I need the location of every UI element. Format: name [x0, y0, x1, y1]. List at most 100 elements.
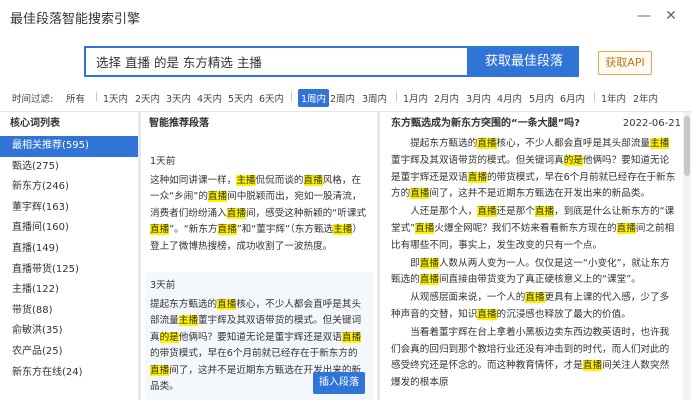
highlight-term: 直播	[217, 298, 237, 310]
highlight-term: 直播	[616, 222, 636, 234]
filter-option[interactable]: 1天内	[103, 91, 128, 105]
text-segment: 提起东方甄选的	[410, 138, 478, 149]
get-api-button[interactable]: 获取API	[598, 51, 652, 75]
article-paragraph: 即直播人数从两人变为一人。仅仅是这一“小变化”，就让东方甄选的直播间直接由带货变…	[391, 256, 677, 290]
recommend-panel: 智能推荐段落 1天前 这种如同讲课一样，主播侃侃而谈的直播风格，在一众“乡闹”的…	[141, 112, 377, 400]
search-box	[84, 46, 469, 77]
text-segment: 董宇辉及其双语带货的模式。但关键词真	[391, 154, 564, 166]
highlight-term: 直播	[207, 191, 228, 202]
filter-option[interactable]: 1月内	[403, 91, 428, 105]
filter-option[interactable]: 1周内	[298, 89, 330, 107]
highlight-term: 直播	[582, 360, 603, 372]
highlight-term: 直播	[419, 257, 439, 269]
search-input[interactable]	[86, 48, 467, 75]
highlight-term: 直播	[150, 224, 170, 235]
recommend-card[interactable]: 3天前 提起东方甄选的直播核心，不少人都会直呼是其头部流量主播董宇辉及其双语带货…	[145, 272, 373, 400]
article-paragraph: 当看着董宇辉在台上拿着小黑板边卖东西边教英语时，也许我们会真的回归到那个教培行业…	[391, 325, 677, 392]
text-segment: 从观感层面来说，一个人的	[410, 292, 526, 304]
keyword-item[interactable]: 新东方在线(24)	[0, 363, 138, 384]
filter-separator: |	[95, 91, 99, 102]
scrollbar-thumb[interactable]	[684, 116, 690, 176]
highlight-term: 主播	[333, 224, 353, 235]
search-button[interactable]: 获取最佳段落	[469, 46, 579, 77]
filter-option[interactable]: 2周内	[330, 91, 355, 105]
filter-option[interactable]: 4月内	[497, 91, 522, 105]
article-paragraph: 人还是那个人，直播还是那个直播，到底是什么让新东方的“课堂式”直播火爆全网呢？我…	[391, 204, 677, 254]
filter-option[interactable]: 2月内	[434, 91, 459, 105]
text-segment: 间，感受这种新颖的“听课式	[245, 207, 367, 219]
filter-option[interactable]: 6月内	[560, 91, 585, 105]
filter-separator: |	[290, 91, 294, 102]
text-segment: 间直接由带货变为了真正硬核意义上的“课堂”。	[438, 274, 641, 286]
app-title: 最佳段落智能搜索引擎	[10, 12, 141, 27]
highlight-term: 主播	[236, 174, 256, 186]
highlight-term: 主播	[178, 315, 198, 326]
text-segment: 间了，这并不是近期东方甄选在开发出来的新品类。	[429, 188, 651, 200]
article-title: 东方甄选成为新东方突围的“一条大腿”吗?	[391, 118, 580, 129]
minimize-icon[interactable]: —	[635, 7, 653, 25]
highlight-term: 直播	[477, 138, 497, 149]
filter-option[interactable]: 5天内	[228, 91, 253, 105]
text-segment: 这种如同讲课一样，	[150, 174, 237, 186]
text-segment: 他俩吗？要知道无论是董宇辉还是双语	[178, 331, 342, 343]
article-panel: 东方甄选成为新东方突围的“一条大腿”吗? 2022-06-21 提起东方甄选的直…	[383, 112, 683, 400]
keyword-item[interactable]: 最相关推荐(595)	[0, 136, 138, 157]
highlight-term: 直播	[150, 364, 170, 376]
highlight-term: 直播	[477, 206, 497, 218]
keyword-item[interactable]: 带货(88)	[0, 301, 138, 322]
filter-option[interactable]: 3天内	[166, 91, 191, 105]
keyword-item[interactable]: 直播(149)	[0, 239, 138, 260]
article-body: 提起东方甄选的直播核心，不少人都会直呼是其头部流量主播董宇辉及其双语带货的模式。…	[383, 136, 683, 392]
highlight-term: 直播	[217, 224, 237, 235]
text-segment: 即	[410, 257, 420, 269]
column-separator	[377, 112, 380, 400]
text-segment: 还是那个	[496, 206, 535, 218]
filter-option[interactable]: 2年内	[633, 91, 658, 105]
text-segment: 人还是那个人，	[410, 206, 478, 218]
keyword-item[interactable]: 主播(122)	[0, 280, 138, 301]
keyword-list: 核心词列表 最相关推荐(595) 甄选(275) 新东方(246) 董宇辉(163) 直…	[0, 112, 138, 400]
filter-separator: |	[593, 91, 597, 102]
text-segment: 的沉浸感也释放了最大的价值。	[496, 308, 631, 320]
highlight-term: 的是	[563, 154, 583, 166]
article-header: 东方甄选成为新东方突围的“一条大腿”吗? 2022-06-21	[383, 112, 683, 136]
text-segment: 火爆全网呢？我们不妨来看看新东方现在的	[434, 222, 617, 234]
filter-option[interactable]: 3月内	[466, 91, 491, 105]
highlight-term: 直播	[303, 174, 323, 186]
filter-option[interactable]: 所有	[66, 91, 85, 105]
highlight-term: 直播	[341, 331, 362, 343]
highlight-term: 直播	[534, 206, 555, 218]
card-time: 3天前	[150, 280, 176, 291]
text-segment: ”和“董宇辉”（东方甄选	[236, 224, 334, 235]
insert-paragraph-button[interactable]: 插入段落	[313, 371, 365, 394]
keyword-item[interactable]: 农产品(25)	[0, 342, 138, 363]
recommend-card[interactable]: 1天前 这种如同讲课一样，主播侃侃而谈的直播风格，在一众“乡闹”的直播间中脱颖而…	[145, 148, 373, 282]
keyword-item[interactable]: 甄选(275)	[0, 157, 138, 178]
filter-separator: |	[395, 91, 399, 102]
highlight-term: 直播	[410, 188, 430, 200]
keyword-item[interactable]: 董宇辉(163)	[0, 198, 138, 219]
highlight-term: 直播	[477, 308, 497, 320]
filter-option[interactable]: 6天内	[259, 91, 284, 105]
keyword-item[interactable]: 俞敏洪(35)	[0, 321, 138, 342]
article-paragraph: 从观感层面来说，一个人的直播更具有上课的代入感，少了多种声音的交替，知识直播的沉…	[391, 290, 677, 324]
text-segment: 提起东方甄选的	[150, 298, 218, 310]
highlight-term: 直播	[419, 274, 439, 286]
filter-option[interactable]: 4天内	[197, 91, 222, 105]
filter-option[interactable]: 5月内	[529, 91, 554, 105]
article-paragraph: 提起东方甄选的直播核心，不少人都会直呼是其头部流量主播董宇辉及其双语带货的模式。…	[391, 136, 677, 203]
article-date: 2022-06-21	[622, 118, 681, 129]
close-icon[interactable]: ✕	[662, 7, 680, 25]
keyword-list-header: 核心词列表	[10, 118, 60, 129]
filter-option[interactable]: 3周内	[362, 91, 387, 105]
scrollbar[interactable]	[683, 112, 691, 400]
card-time: 1天前	[150, 156, 176, 167]
title-bar: 最佳段落智能搜索引擎 — ✕	[0, 0, 691, 36]
filter-option[interactable]: 2天内	[135, 91, 160, 105]
text-segment: 侃侃而谈的	[255, 174, 304, 186]
filter-option[interactable]: 1年内	[601, 91, 626, 105]
keyword-item[interactable]: 直播带货(125)	[0, 260, 138, 281]
keyword-item[interactable]: 新东方(246)	[0, 177, 138, 198]
keyword-item[interactable]: 直播间(160)	[0, 218, 138, 239]
highlight-term: 直播	[525, 292, 545, 304]
